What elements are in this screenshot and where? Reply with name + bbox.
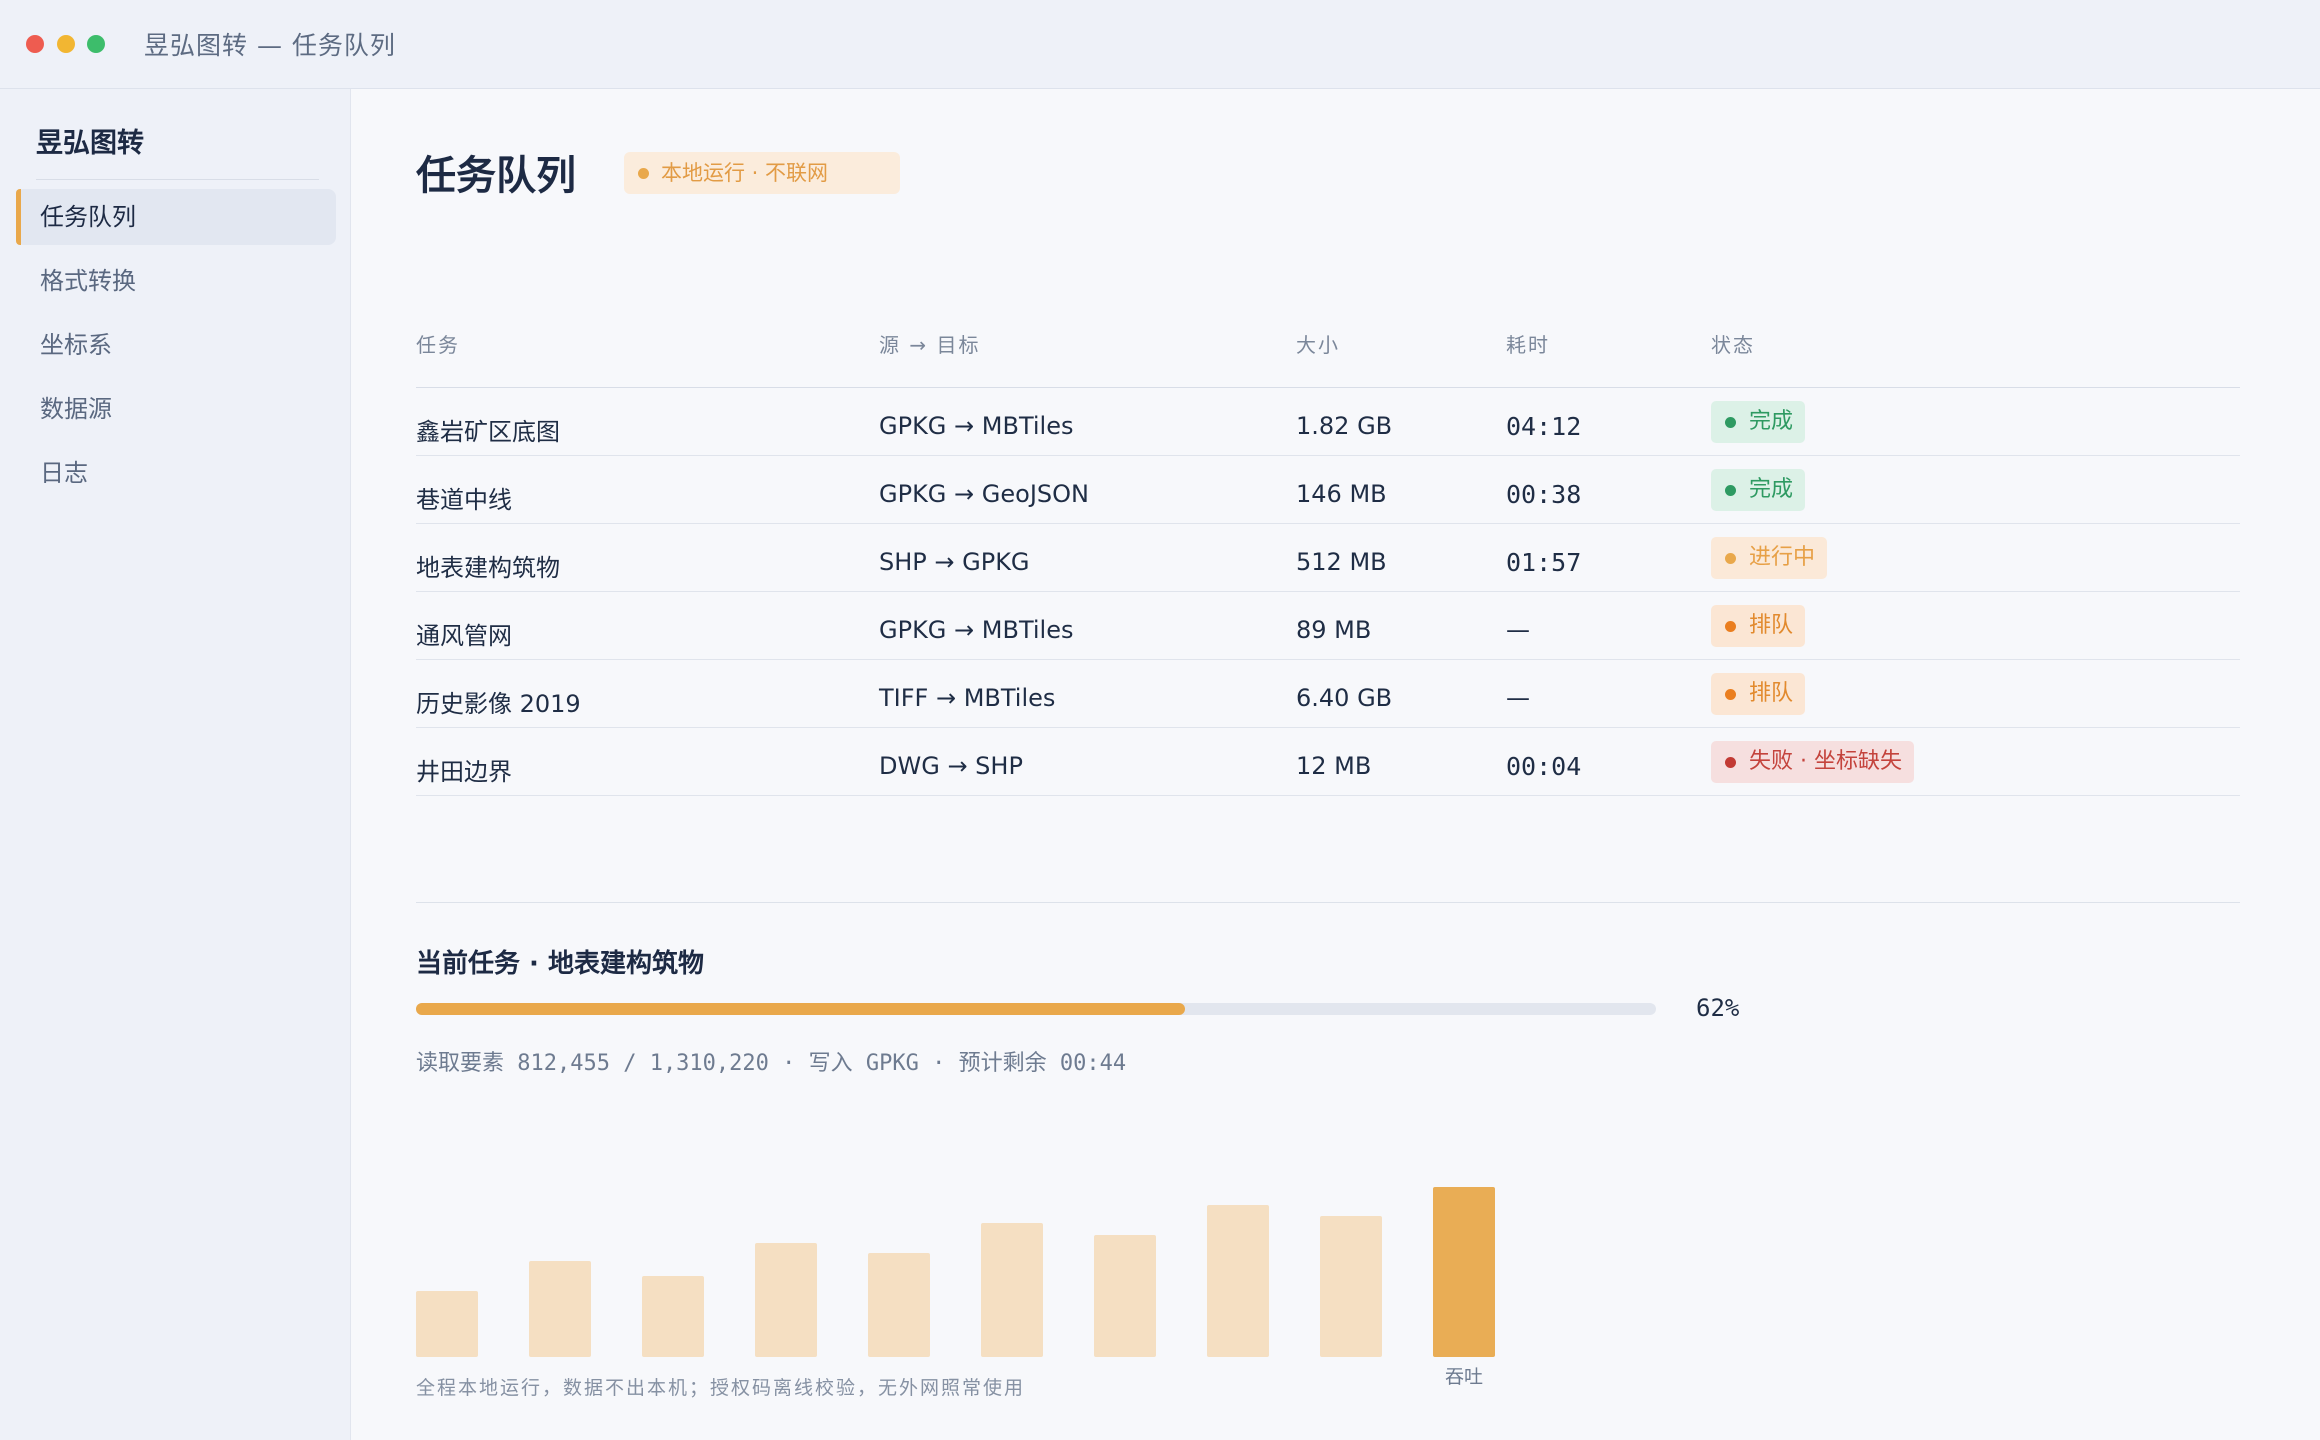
throughput-label: 吞吐	[1445, 1366, 1484, 1388]
status-label: 排队	[1749, 613, 1794, 638]
throughput-bar	[981, 1223, 1043, 1357]
task-size: 89 MB	[1296, 616, 1372, 644]
progress-percent: 62%	[1696, 994, 1740, 1022]
title-bar: 昱弘图转 — 任务队列	[0, 0, 2320, 89]
sidebar-item-log[interactable]: 日志	[16, 445, 336, 501]
table-row[interactable]: 地表建构筑物 SHP → GPKG 512 MB 01:57 进行中	[416, 524, 2240, 592]
task-route: DWG → SHP	[879, 752, 1023, 780]
task-duration: 00:04	[1506, 752, 1582, 781]
minimize-window-button[interactable]	[57, 35, 75, 53]
throughput-bar	[642, 1276, 704, 1357]
status-label: 排队	[1749, 681, 1794, 706]
sidebar-item-label: 数据源	[40, 395, 112, 423]
progress-fill	[416, 1003, 1185, 1015]
task-route: SHP → GPKG	[879, 548, 1030, 576]
table-body: 鑫岩矿区底图 GPKG → MBTiles 1.82 GB 04:12 完成 巷道中线 GP…	[416, 388, 2240, 796]
task-name: 通风管网	[416, 622, 512, 650]
column-header-size[interactable]: 大小	[1296, 329, 1340, 358]
sidebar-item-label: 任务队列	[40, 203, 136, 231]
column-header-time[interactable]: 耗时	[1506, 329, 1550, 358]
task-size: 6.40 GB	[1296, 684, 1393, 712]
sidebar: 昱弘图转 任务队列 格式转换 坐标系 数据源 日志	[0, 89, 351, 1440]
sidebar-item-label: 日志	[40, 459, 88, 487]
status-dot-icon	[1725, 417, 1736, 428]
column-header-task[interactable]: 任务	[416, 329, 460, 358]
task-name: 地表建构筑物	[416, 554, 560, 582]
status-dot-icon	[1725, 553, 1736, 564]
sidebar-item-label: 坐标系	[40, 331, 112, 359]
section-divider	[416, 902, 2240, 903]
table-row[interactable]: 巷道中线 GPKG → GeoJSON 146 MB 00:38 完成	[416, 456, 2240, 524]
table-header: 任务 源 → 目标 大小 耗时 状态	[416, 329, 2240, 388]
column-header-route[interactable]: 源 → 目标	[879, 329, 980, 358]
progress-bar	[416, 1003, 1656, 1015]
offline-badge-label: 本地运行 · 不联网	[661, 161, 829, 185]
task-name: 历史影像 2019	[416, 690, 581, 718]
brand-name: 昱弘图转	[36, 128, 144, 159]
status-badge: 排队	[1711, 673, 1806, 715]
status-badge: 完成	[1711, 401, 1806, 443]
task-size: 12 MB	[1296, 752, 1372, 780]
task-name: 巷道中线	[416, 486, 512, 514]
window-title: 昱弘图转 — 任务队列	[144, 31, 396, 60]
task-name: 井田边界	[416, 758, 512, 786]
sidebar-item-label: 格式转换	[40, 267, 136, 295]
table-row[interactable]: 通风管网 GPKG → MBTiles 89 MB — 排队	[416, 592, 2240, 660]
table-row[interactable]: 历史影像 2019 TIFF → MBTiles 6.40 GB — 排队	[416, 660, 2240, 728]
task-route: GPKG → MBTiles	[879, 412, 1074, 440]
throughput-bar	[416, 1291, 478, 1357]
task-size: 512 MB	[1296, 548, 1387, 576]
page-title: 任务队列	[416, 153, 576, 199]
status-dot-icon	[638, 168, 649, 179]
current-task-title: 当前任务 · 地表建构筑物	[416, 949, 704, 979]
status-badge: 排队	[1711, 605, 1806, 647]
task-size: 146 MB	[1296, 480, 1387, 508]
status-badge: 完成	[1711, 469, 1806, 511]
app-window: 昱弘图转 — 任务队列 昱弘图转 任务队列 格式转换 坐标系 数据源 日志 任务…	[0, 0, 2320, 1440]
status-badge: 进行中	[1711, 537, 1828, 579]
sidebar-item-data-source[interactable]: 数据源	[16, 381, 336, 437]
sidebar-item-format-convert[interactable]: 格式转换	[16, 253, 336, 309]
task-duration: 01:57	[1506, 548, 1582, 577]
task-duration: —	[1506, 684, 1530, 712]
sidebar-item-task-queue[interactable]: 任务队列	[16, 189, 336, 245]
task-name: 鑫岩矿区底图	[416, 418, 560, 446]
status-label: 进行中	[1749, 545, 1816, 570]
table-row[interactable]: 鑫岩矿区底图 GPKG → MBTiles 1.82 GB 04:12 完成	[416, 388, 2240, 456]
status-dot-icon	[1725, 485, 1736, 496]
task-table: 任务 源 → 目标 大小 耗时 状态 鑫岩矿区底图 GPKG → MBTiles 1…	[416, 329, 2240, 796]
status-label: 完成	[1749, 477, 1794, 502]
status-dot-icon	[1725, 757, 1736, 768]
throughput-bar	[1207, 1205, 1269, 1357]
status-dot-icon	[1725, 689, 1736, 700]
status-label: 失败 · 坐标缺失	[1749, 749, 1902, 774]
main-content: 任务队列 本地运行 · 不联网 任务 源 → 目标 大小 耗时 状态 鑫岩矿区底…	[351, 89, 2320, 1440]
task-size: 1.82 GB	[1296, 412, 1393, 440]
task-route: GPKG → MBTiles	[879, 616, 1074, 644]
throughput-bar	[1320, 1216, 1382, 1357]
throughput-bar	[529, 1261, 591, 1357]
sidebar-item-coordinate-system[interactable]: 坐标系	[16, 317, 336, 373]
task-route: TIFF → MBTiles	[879, 684, 1056, 712]
throughput-bar	[755, 1243, 817, 1357]
task-route: GPKG → GeoJSON	[879, 480, 1089, 508]
task-duration: 04:12	[1506, 412, 1582, 441]
throughput-bar	[1433, 1187, 1495, 1357]
task-duration: 00:38	[1506, 480, 1582, 509]
status-label: 完成	[1749, 409, 1794, 434]
throughput-bar	[1094, 1235, 1156, 1357]
task-duration: —	[1506, 616, 1530, 644]
close-window-button[interactable]	[26, 35, 44, 53]
status-badge: 失败 · 坐标缺失	[1711, 741, 1914, 783]
offline-badge: 本地运行 · 不联网	[624, 152, 900, 194]
current-task-meta: 读取要素 812,455 / 1,310,220 · 写入 GPKG · 预计剩…	[416, 1051, 1127, 1076]
footer-note: 全程本地运行，数据不出本机；授权码离线校验，无外网照常使用	[416, 1377, 1026, 1399]
throughput-bar	[868, 1253, 930, 1357]
table-row[interactable]: 井田边界 DWG → SHP 12 MB 00:04 失败 · 坐标缺失	[416, 728, 2240, 796]
status-dot-icon	[1725, 621, 1736, 632]
maximize-window-button[interactable]	[87, 35, 105, 53]
column-header-status[interactable]: 状态	[1711, 329, 1755, 358]
sidebar-divider	[36, 179, 319, 180]
